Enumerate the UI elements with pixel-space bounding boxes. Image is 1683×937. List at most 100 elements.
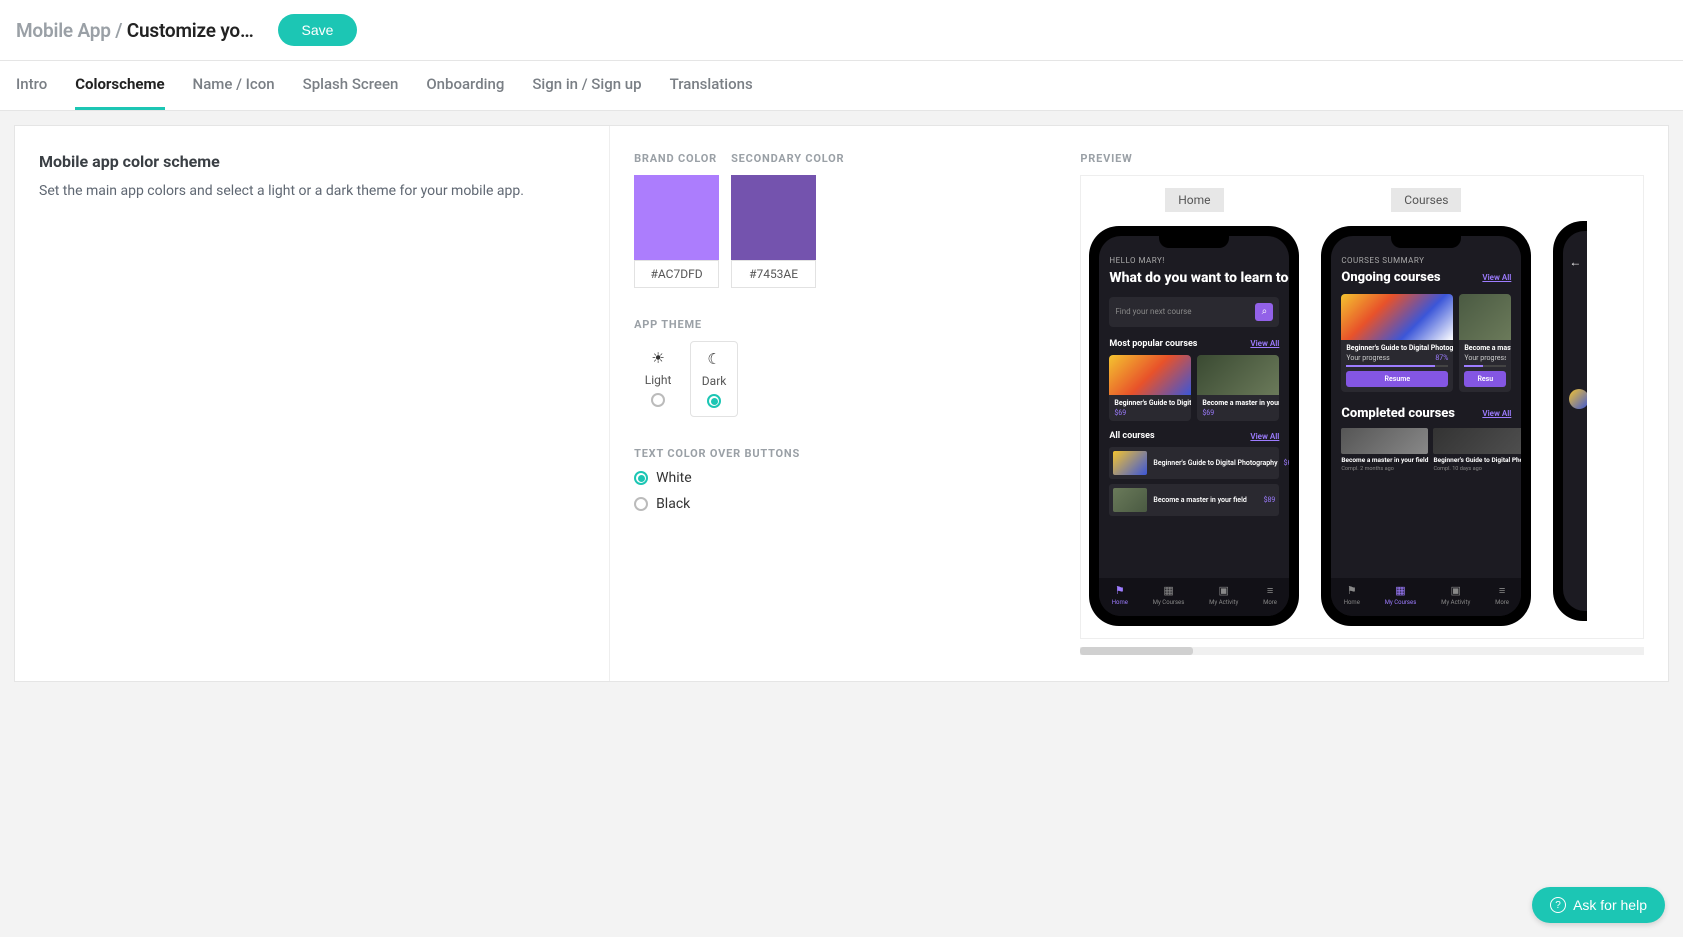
og1-pct: 87% — [1435, 354, 1448, 362]
middle-column: BRAND COLOR #AC7DFD SECONDARY COLOR #745… — [610, 126, 1056, 681]
view-all-completed: View All — [1482, 409, 1511, 418]
brand-color-group: BRAND COLOR #AC7DFD — [634, 152, 719, 288]
preview-scrollbar[interactable] — [1080, 647, 1644, 655]
grid-icon: ▦ — [1385, 584, 1417, 597]
tabs: Intro Colorscheme Name / Icon Splash Scr… — [0, 61, 1683, 111]
section-desc: Set the main app colors and select a lig… — [39, 181, 585, 202]
phone-home: HELLO MARY! What do you want to learn to… — [1089, 226, 1299, 626]
nav2-more: ≡More — [1495, 584, 1509, 606]
text-over-black-row[interactable]: Black — [634, 496, 1032, 512]
theme-dark-label: Dark — [702, 374, 727, 388]
text-over-label: TEXT COLOR OVER BUTTONS — [634, 447, 1032, 460]
phone-navbar-2: ⚑Home ▦My Courses ▣My Activity ≡More — [1331, 578, 1521, 616]
brand-color-label: BRAND COLOR — [634, 152, 719, 165]
theme-light-label: Light — [645, 373, 672, 387]
list2-price: $89 — [1264, 496, 1276, 504]
list-row-1: Beginner's Guide to Digital Photography … — [1109, 447, 1279, 479]
list2-title: Become a master in your field — [1153, 496, 1257, 504]
nav-home: ⚑Home — [1112, 584, 1128, 606]
sun-icon: ☀ — [651, 349, 664, 367]
tab-name-icon[interactable]: Name / Icon — [193, 61, 275, 110]
text-over-black-label: Black — [656, 496, 690, 512]
theme-light-card[interactable]: ☀ Light — [634, 341, 682, 417]
list-row-2: Become a master in your field $89 — [1109, 484, 1279, 516]
tab-translations[interactable]: Translations — [670, 61, 753, 110]
all-courses-title: All courses — [1109, 431, 1154, 441]
headline: What do you want to learn today? — [1109, 270, 1279, 287]
comp2-meta: Compl. 10 days ago — [1433, 466, 1521, 472]
phone-courses: COURSES SUMMARY Ongoing courses View All… — [1321, 226, 1531, 626]
preview-courses-column: Courses COURSES SUMMARY Ongoing courses … — [1321, 188, 1531, 626]
nav-more: ≡More — [1263, 584, 1277, 606]
nav2-my-courses: ▦My Courses — [1385, 584, 1417, 606]
image-icon: ▣ — [1441, 584, 1470, 597]
menu-icon: ≡ — [1495, 584, 1509, 597]
breadcrumb-current: Customize yo… — [127, 19, 254, 42]
menu-icon: ≡ — [1263, 584, 1277, 597]
secondary-color-input[interactable]: #7453AE — [731, 260, 816, 288]
comp-card-2: Beginner's Guide to Digital Photography … — [1433, 428, 1521, 472]
breadcrumb: Mobile App / Customize yo… — [16, 19, 254, 42]
tab-intro[interactable]: Intro — [16, 61, 47, 110]
resume-button-1: Resume — [1346, 371, 1448, 387]
greeting: HELLO MARY! — [1109, 256, 1279, 265]
nav2-home: ⚑Home — [1344, 584, 1360, 606]
breadcrumb-parent[interactable]: Mobile App / — [16, 19, 127, 42]
nav-my-activity: ▣My Activity — [1209, 584, 1238, 606]
card2-title: Become a master in your field — [1197, 395, 1279, 409]
search-icon: ⌕ — [1255, 303, 1273, 321]
header: Mobile App / Customize yo… Save — [0, 0, 1683, 61]
view-all-link-2: View All — [1250, 432, 1279, 441]
tab-onboarding[interactable]: Onboarding — [426, 61, 504, 110]
nav2-my-activity: ▣My Activity — [1441, 584, 1470, 606]
og2-progress-label: Your progress — [1464, 354, 1506, 362]
phone-third: ← — [1553, 221, 1587, 621]
ongoing-card-1: Beginner's Guide to Digital Photography … — [1341, 294, 1453, 392]
search-placeholder: Find your next course — [1115, 307, 1191, 316]
theme-light-radio[interactable] — [651, 393, 665, 407]
tab-colorscheme[interactable]: Colorscheme — [75, 61, 164, 110]
theme-dark-radio[interactable] — [707, 394, 721, 408]
text-over-black-radio[interactable] — [634, 497, 648, 511]
view-all-link: View All — [1250, 339, 1279, 348]
courses-summary: COURSES SUMMARY — [1341, 256, 1511, 265]
tab-splash-screen[interactable]: Splash Screen — [303, 61, 399, 110]
app-theme-label: APP THEME — [634, 318, 1032, 331]
comp-card-1: Become a master in your field Compl. 2 m… — [1341, 428, 1428, 472]
popular-card-2: Become a master in your field $69 — [1197, 355, 1279, 421]
preview-area[interactable]: Home HELLO MARY! What do you want to lea… — [1080, 175, 1644, 639]
secondary-color-group: SECONDARY COLOR #7453AE — [731, 152, 844, 288]
theme-dark-card[interactable]: ☾ Dark — [690, 341, 738, 417]
image-icon: ▣ — [1209, 584, 1238, 597]
question-icon: ? — [1550, 897, 1566, 913]
text-over-white-radio[interactable] — [634, 471, 648, 485]
comp1-meta: Compl. 2 months ago — [1341, 466, 1428, 472]
og1-progress-label: Your progress — [1346, 354, 1389, 362]
ongoing-title: Ongoing courses — [1341, 270, 1440, 286]
card1-price: $69 — [1109, 409, 1191, 421]
preview-label: PREVIEW — [1080, 152, 1644, 165]
comp2-title: Beginner's Guide to Digital Photography — [1433, 457, 1521, 464]
preview-third-column: ← — [1553, 188, 1587, 621]
flag-icon: ⚑ — [1344, 584, 1360, 597]
brand-color-input[interactable]: #AC7DFD — [634, 260, 719, 288]
grid-icon: ▦ — [1153, 584, 1185, 597]
og1-title: Beginner's Guide to Digital Photography — [1341, 340, 1453, 354]
text-over-white-row[interactable]: White — [634, 470, 1032, 486]
tab-signin-signup[interactable]: Sign in / Sign up — [532, 61, 641, 110]
view-all-ongoing: View All — [1482, 273, 1511, 282]
list1-title: Beginner's Guide to Digital Photography — [1153, 459, 1277, 467]
og2-title: Become a master in your field — [1459, 340, 1511, 354]
text-over-white-label: White — [656, 470, 692, 486]
popular-card-1: Beginner's Guide to Digital Photography … — [1109, 355, 1191, 421]
secondary-color-swatch[interactable] — [731, 175, 816, 260]
save-button[interactable]: Save — [278, 14, 358, 46]
phone-navbar: ⚑Home ▦My Courses ▣My Activity ≡More — [1099, 578, 1289, 616]
secondary-color-label: SECONDARY COLOR — [731, 152, 844, 165]
nav-my-courses: ▦My Courses — [1153, 584, 1185, 606]
ask-for-help-button[interactable]: ? Ask for help — [1532, 887, 1665, 923]
help-label: Ask for help — [1573, 897, 1647, 913]
search-bar: Find your next course ⌕ — [1109, 297, 1279, 327]
list1-price: $69 — [1284, 459, 1290, 467]
brand-color-swatch[interactable] — [634, 175, 719, 260]
